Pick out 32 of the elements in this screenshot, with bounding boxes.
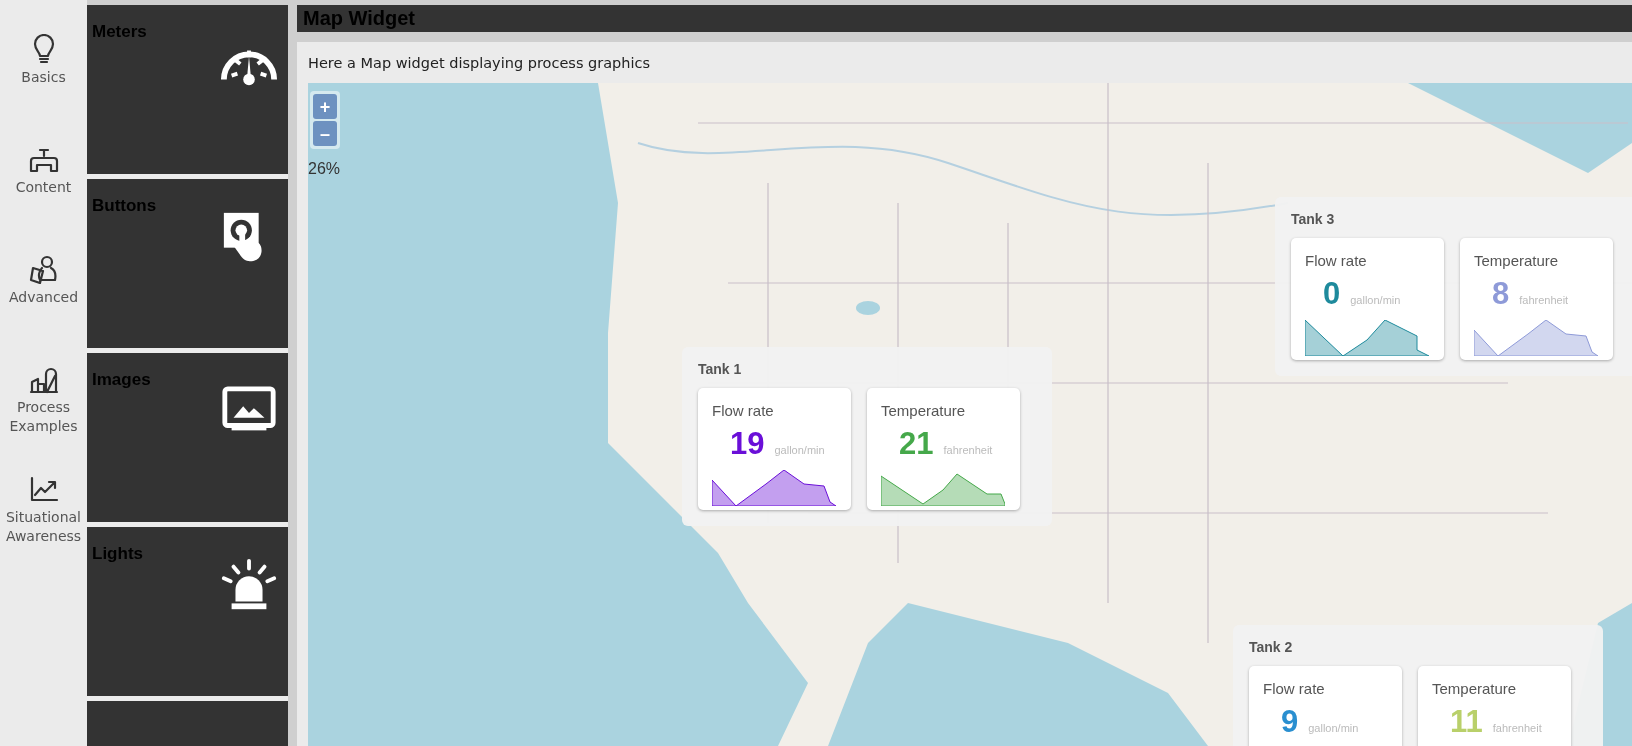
- reading-value: 11: [1450, 704, 1483, 740]
- zoom-in-button[interactable]: +: [313, 94, 337, 119]
- description-text: Here a Map widget displaying process graphics: [308, 54, 652, 73]
- unit-label: fahrenheit: [1492, 722, 1542, 734]
- tank-title: Tank 1: [698, 361, 743, 377]
- unit-label: gallon/min: [774, 444, 825, 456]
- unit-label: gallon/min: [1350, 294, 1401, 306]
- trend-chart-icon: [28, 474, 59, 504]
- unit-label: fahrenheit: [943, 444, 993, 456]
- reading-label: Flow rate: [1263, 680, 1325, 697]
- reading-value: 8: [1492, 276, 1510, 312]
- nav-item[interactable]: Situational Awareness: [0, 508, 87, 546]
- nav-item[interactable]: Content: [15, 178, 72, 197]
- nav-item[interactable]: Basics: [21, 68, 66, 87]
- zoom-level: 26%: [308, 160, 341, 178]
- reading-label: Temperature: [881, 402, 966, 419]
- nav-item[interactable]: Process Examples: [0, 398, 87, 436]
- reading-value: 9: [1281, 704, 1299, 740]
- person-clipboard-icon: [28, 254, 59, 284]
- tank-title: Tank 3: [1291, 211, 1336, 227]
- reading-label: Temperature: [1432, 680, 1517, 697]
- tank-title: Tank 2: [1249, 639, 1294, 655]
- reading-value: 0: [1323, 276, 1341, 312]
- unit-label: gallon/min: [1308, 722, 1359, 734]
- reading-label: Temperature: [1474, 252, 1559, 269]
- reading-label: Flow rate: [712, 402, 774, 419]
- unit-label: fahrenheit: [1519, 294, 1569, 306]
- reading-value: 19: [730, 426, 765, 462]
- nav-item[interactable]: Advanced: [8, 288, 79, 307]
- reading-value: 21: [899, 426, 934, 462]
- reading-label: Flow rate: [1305, 252, 1367, 269]
- zoom-out-button[interactable]: –: [313, 121, 337, 146]
